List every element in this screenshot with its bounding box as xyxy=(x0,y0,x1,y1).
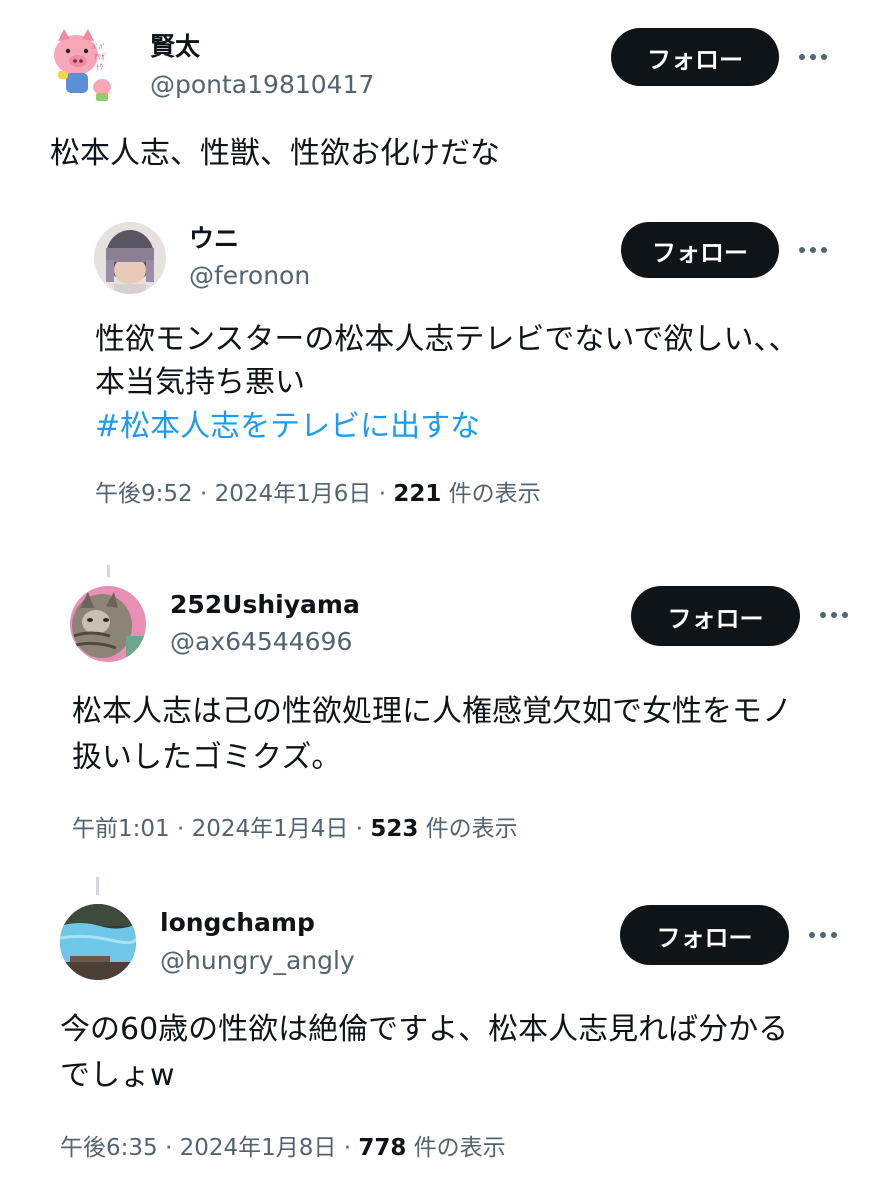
tweet-date[interactable]: 2024年1月8日 xyxy=(180,1135,337,1161)
follow-button[interactable]: フォロー xyxy=(631,586,800,646)
person-avatar-icon xyxy=(94,222,166,294)
author-handle[interactable]: @ax64544696 xyxy=(170,627,352,657)
separator-dot: · xyxy=(199,481,215,507)
author-name[interactable]: 252Ushiyama xyxy=(170,590,360,620)
thread-connector xyxy=(96,877,99,895)
author-name[interactable]: ウニ xyxy=(189,224,239,254)
separator-dot: · xyxy=(176,816,192,842)
avatar-longchamp[interactable] xyxy=(60,904,136,980)
tweet-time[interactable]: 午前1:01 xyxy=(72,816,170,842)
avatar-252ushiyama[interactable] xyxy=(70,586,146,662)
svg-text:ﾄｳ: ﾄｳ xyxy=(96,63,103,71)
tweet-time[interactable]: 午後6:35 xyxy=(60,1135,158,1161)
separator-dot: · xyxy=(164,1135,180,1161)
view-count-label: 件の表示 xyxy=(413,1135,506,1161)
tweet-text-line: 本当気持ち悪い xyxy=(95,365,305,400)
tweet-meta: 午前1:01 · 2024年1月4日 · 523 件の表示 xyxy=(72,814,518,844)
view-count: 221 xyxy=(393,481,442,507)
avatar-kenta[interactable]: ﾊﾟﾊﾟ ｱﾘｶﾞ ﾄｳ xyxy=(48,25,116,103)
author-name[interactable]: 賢太 xyxy=(150,32,200,62)
tweet-text-line: 扱いしたゴミクズ。 xyxy=(72,740,342,775)
thread-connector xyxy=(107,565,110,577)
more-horizontal-icon[interactable] xyxy=(799,246,827,254)
tweet-text-line: 松本人志、性獣、性欲お化けだな xyxy=(50,136,500,171)
tweet-text-line: 今の60歳の性欲は絶倫ですよ、松本人志見れば分かる xyxy=(60,1012,789,1047)
svg-text:ﾊﾟﾊﾟ: ﾊﾟﾊﾟ xyxy=(92,43,106,51)
more-horizontal-icon[interactable] xyxy=(799,53,827,61)
view-count-label: 件の表示 xyxy=(448,481,541,507)
author-handle[interactable]: @feronon xyxy=(189,261,310,291)
author-handle[interactable]: @ponta19810417 xyxy=(150,70,374,100)
avatar-uni[interactable] xyxy=(94,222,166,294)
tweet-meta: 午後6:35 · 2024年1月8日 · 778 件の表示 xyxy=(60,1133,506,1163)
author-handle[interactable]: @hungry_angly xyxy=(160,946,355,976)
pig-avatar-icon: ﾊﾟﾊﾟ ｱﾘｶﾞ ﾄｳ xyxy=(48,25,116,103)
separator-dot: · xyxy=(378,481,394,507)
hashtag-link[interactable]: #松本人志をテレビに出すな xyxy=(95,405,480,448)
separator-dot: · xyxy=(343,1135,359,1161)
svg-text:ｱﾘｶﾞ: ｱﾘｶﾞ xyxy=(94,53,108,61)
tweet-text-line: 松本人志は己の性欲処理に人権感覚欠如で女性をモノ xyxy=(72,694,792,729)
follow-button[interactable]: フォロー xyxy=(620,905,789,965)
author-name[interactable]: longchamp xyxy=(160,908,315,938)
tweet-text-line: でしょw xyxy=(60,1058,175,1093)
follow-button[interactable]: フォロー xyxy=(611,28,779,86)
tweet-time[interactable]: 午後9:52 xyxy=(95,481,193,507)
tweet-date[interactable]: 2024年1月6日 xyxy=(215,481,372,507)
view-count: 778 xyxy=(358,1135,407,1161)
lake-avatar-icon xyxy=(60,904,136,980)
tweet-text-line: 性欲モンスターの松本人志テレビでないで欲しい、、 xyxy=(95,322,799,357)
follow-button[interactable]: フォロー xyxy=(621,222,779,278)
tweet-meta: 午後9:52 · 2024年1月6日 · 221 件の表示 xyxy=(95,479,541,509)
view-count-label: 件の表示 xyxy=(425,816,518,842)
more-horizontal-icon[interactable] xyxy=(820,611,848,619)
cat-avatar-icon xyxy=(70,586,146,662)
more-horizontal-icon[interactable] xyxy=(809,931,837,939)
view-count: 523 xyxy=(370,816,419,842)
separator-dot: · xyxy=(355,816,371,842)
tweet-date[interactable]: 2024年1月4日 xyxy=(192,816,349,842)
